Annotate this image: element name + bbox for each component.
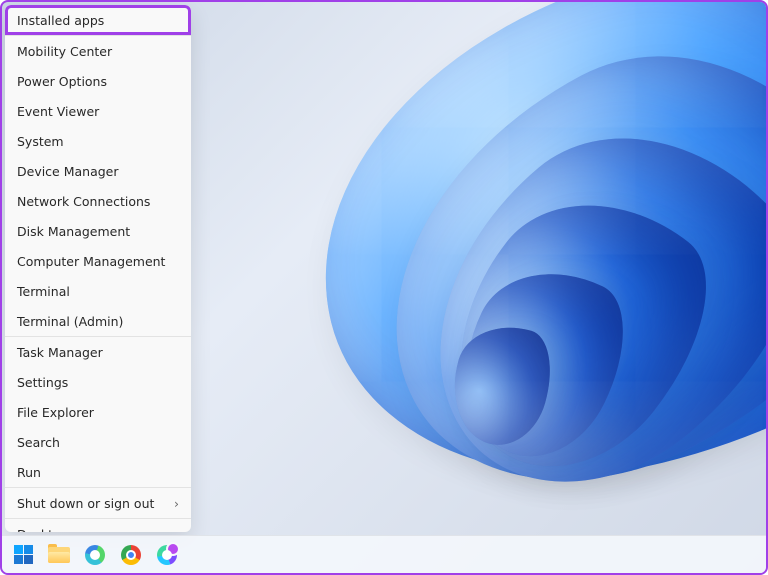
- chrome-icon: [121, 545, 141, 565]
- taskbar: [2, 535, 766, 573]
- menu-item-label: Terminal: [17, 284, 70, 299]
- chevron-right-icon: ›: [174, 496, 179, 511]
- edge-icon: [85, 545, 105, 565]
- menu-item-search[interactable]: Search: [5, 427, 191, 457]
- menu-item-power-options[interactable]: Power Options: [5, 66, 191, 96]
- menu-item-disk-management[interactable]: Disk Management: [5, 216, 191, 246]
- menu-item-label: Mobility Center: [17, 44, 112, 59]
- menu-item-label: Run: [17, 465, 41, 480]
- menu-item-label: Power Options: [17, 74, 107, 89]
- taskbar-file-explorer[interactable]: [48, 544, 70, 566]
- menu-item-network-connections[interactable]: Network Connections: [5, 186, 191, 216]
- menu-item-label: Disk Management: [17, 224, 130, 239]
- desktop-screen: Installed apps Mobility Center Power Optio…: [0, 0, 768, 575]
- menu-item-mobility-center[interactable]: Mobility Center: [5, 36, 191, 66]
- menu-item-task-manager[interactable]: Task Manager: [5, 337, 191, 367]
- menu-item-label: System: [17, 134, 64, 149]
- menu-item-desktop[interactable]: Desktop: [5, 519, 191, 532]
- start-button[interactable]: [12, 544, 34, 566]
- menu-item-system[interactable]: System: [5, 126, 191, 156]
- menu-item-label: Search: [17, 435, 60, 450]
- menu-item-installed-apps[interactable]: Installed apps: [5, 5, 191, 35]
- menu-item-event-viewer[interactable]: Event Viewer: [5, 96, 191, 126]
- menu-item-shut-down-or-sign-out[interactable]: Shut down or sign out ›: [5, 488, 191, 518]
- windows-logo-icon: [14, 545, 33, 564]
- menu-item-terminal[interactable]: Terminal: [5, 276, 191, 306]
- copilot-icon: [157, 545, 177, 565]
- folder-icon: [48, 547, 70, 563]
- taskbar-copilot[interactable]: [156, 544, 178, 566]
- menu-item-computer-management[interactable]: Computer Management: [5, 246, 191, 276]
- menu-item-label: Shut down or sign out: [17, 496, 154, 511]
- menu-item-label: Event Viewer: [17, 104, 99, 119]
- menu-item-label: Computer Management: [17, 254, 165, 269]
- taskbar-edge[interactable]: [84, 544, 106, 566]
- menu-item-run[interactable]: Run: [5, 457, 191, 487]
- menu-item-label: Settings: [17, 375, 68, 390]
- menu-item-label: Installed apps: [17, 13, 104, 28]
- menu-item-file-explorer[interactable]: File Explorer: [5, 397, 191, 427]
- menu-item-label: Desktop: [17, 527, 69, 533]
- menu-item-label: File Explorer: [17, 405, 94, 420]
- menu-item-label: Device Manager: [17, 164, 119, 179]
- menu-item-label: Terminal (Admin): [17, 314, 123, 329]
- winx-context-menu[interactable]: Installed apps Mobility Center Power Optio…: [5, 5, 191, 532]
- menu-item-label: Task Manager: [17, 345, 103, 360]
- menu-item-device-manager[interactable]: Device Manager: [5, 156, 191, 186]
- menu-item-label: Network Connections: [17, 194, 150, 209]
- menu-item-terminal-admin[interactable]: Terminal (Admin): [5, 306, 191, 336]
- menu-item-settings[interactable]: Settings: [5, 367, 191, 397]
- taskbar-chrome[interactable]: [120, 544, 142, 566]
